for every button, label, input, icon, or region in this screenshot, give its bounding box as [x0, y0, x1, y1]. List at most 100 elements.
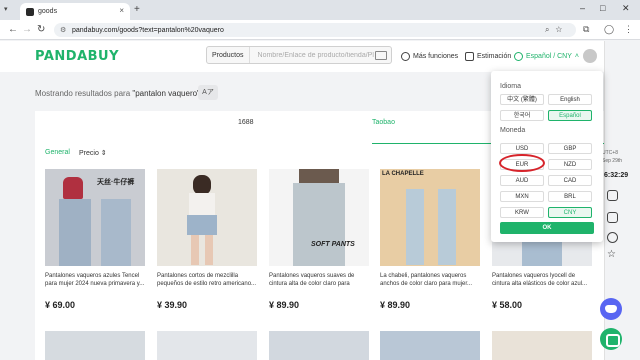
discord-icon[interactable]: [600, 298, 622, 320]
product-price: ¥ 39.90: [157, 300, 188, 310]
estimate-label: Estimación: [477, 53, 512, 60]
product-price: ¥ 89.90: [269, 300, 300, 310]
currency-option-aud[interactable]: AUD: [500, 175, 544, 186]
reload-icon[interactable]: ↻: [37, 24, 45, 35]
image-caption: SOFT PANTS: [311, 241, 355, 248]
search-bar[interactable]: Productos Nombre/Enlace de producto/tien…: [206, 46, 392, 64]
minimize-button[interactable]: –: [580, 3, 585, 13]
currency-label: Moneda: [500, 127, 526, 134]
more-functions-label: Más funciones: [413, 53, 459, 60]
calculator-icon: [465, 52, 474, 61]
site-header: PANDABUY Productos Nombre/Enlace de prod…: [0, 41, 604, 72]
product-card[interactable]: Pantalones cortos de mezclilla pequeños …: [157, 169, 257, 310]
sort-price-label: Precio: [79, 150, 99, 157]
currency-option-brl[interactable]: BRL: [548, 191, 592, 202]
image-caption: 天丝·牛仔裤: [97, 179, 135, 186]
menu-icon[interactable]: ⋮: [624, 24, 633, 35]
product-image[interactable]: [492, 331, 592, 360]
product-price: ¥ 89.90: [380, 300, 411, 310]
pandabuy-logo[interactable]: PANDABUY: [35, 49, 119, 64]
product-card[interactable]: LA CHAPELLE La chabeli, pantalones vaque…: [380, 169, 480, 310]
close-tab-icon[interactable]: ×: [119, 6, 124, 15]
product-image[interactable]: [45, 331, 145, 360]
date-label: Sep 29th: [602, 158, 623, 164]
language-currency-label: Español / CNY: [526, 53, 572, 60]
estimate-button[interactable]: Estimación: [465, 52, 511, 61]
more-icon: [401, 52, 410, 61]
address-toolbar: ← → ↻ ⚙ pandabuy.com/goods?text=pantalon…: [0, 20, 640, 40]
sort-arrows-icon: ⇕: [100, 150, 107, 157]
cart-icon[interactable]: [607, 190, 618, 201]
site-info-icon[interactable]: ⚙: [60, 26, 66, 34]
product-image[interactable]: [380, 331, 480, 360]
image-caption: LA CHAPELLE: [382, 171, 424, 177]
extensions-icon[interactable]: ⧉: [583, 24, 589, 35]
product-card[interactable]: SOFT PANTS Pantalones vaqueros suaves de…: [269, 169, 369, 310]
product-image[interactable]: [269, 331, 369, 360]
tab-taobao[interactable]: Taobao: [372, 119, 395, 126]
profile-icon[interactable]: ◯: [604, 24, 614, 35]
browser-tab[interactable]: goods ×: [20, 3, 130, 20]
product-title[interactable]: Pantalones vaqueros azules Tencel para m…: [45, 272, 145, 288]
maximize-button[interactable]: □: [600, 3, 605, 13]
product-card[interactable]: 天丝·牛仔裤 Pantalones vaqueros azules Tencel…: [45, 169, 145, 310]
language-currency-button[interactable]: Español / CNY ˄: [514, 52, 579, 61]
star-icon[interactable]: ☆: [607, 250, 618, 261]
language-label: Idioma: [500, 83, 522, 90]
product-image[interactable]: 天丝·牛仔裤: [45, 169, 145, 266]
product-title[interactable]: Pantalones cortos de mezclilla pequeños …: [157, 272, 257, 288]
tab-search-icon[interactable]: ▾: [4, 5, 8, 13]
product-title[interactable]: Pantalones vaqueros lyocell de cintura a…: [492, 272, 592, 288]
product-image[interactable]: [157, 169, 257, 266]
currency-option-nzd[interactable]: NZD: [548, 159, 592, 170]
sort-general[interactable]: General: [45, 149, 70, 156]
currency-option-krw[interactable]: KRW: [500, 207, 544, 218]
back-arrow-icon[interactable]: ←: [8, 24, 18, 35]
forward-arrow-icon[interactable]: →: [22, 24, 32, 35]
highlight-circle: [499, 154, 545, 172]
currency-option-cny[interactable]: CNY: [548, 207, 592, 218]
search-category-select[interactable]: Productos: [207, 47, 250, 63]
browser-tab-bar: ▾ goods × + – □ ✕: [0, 0, 640, 20]
close-window-button[interactable]: ✕: [622, 3, 630, 14]
search-input[interactable]: Nombre/Enlace de producto/tienda/Pl: [250, 52, 375, 59]
translate-icon[interactable]: Aア: [198, 85, 218, 100]
currency-option-usd[interactable]: USD: [500, 143, 544, 154]
image-search-icon[interactable]: [375, 50, 387, 60]
language-option[interactable]: English: [548, 94, 592, 105]
currency-option-cad[interactable]: CAD: [548, 175, 592, 186]
omnibox-actions[interactable]: ⌕☆: [545, 25, 568, 35]
product-price: ¥ 58.00: [492, 300, 523, 310]
support-icon[interactable]: [607, 232, 618, 243]
url-text: pandabuy.com/goods?text=pantalon%20vaque…: [72, 26, 224, 34]
results-query: "pantalon vaquero": [132, 89, 200, 98]
currency-option-gbp[interactable]: GBP: [548, 143, 592, 154]
timezone-label: UTC+8: [602, 150, 618, 156]
new-tab-button[interactable]: +: [134, 4, 140, 15]
results-heading: Mostrando resultados para "pantalon vaqu…: [35, 89, 200, 98]
tab-1688[interactable]: 1688: [238, 119, 254, 126]
product-title[interactable]: Pantalones vaqueros suaves de cintura al…: [269, 272, 369, 288]
currency-option-mxn[interactable]: MXN: [500, 191, 544, 202]
url-bar[interactable]: ⚙ pandabuy.com/goods?text=pantalon%20vaq…: [54, 23, 576, 37]
results-prefix: Mostrando resultados para: [35, 89, 133, 98]
more-functions-button[interactable]: Más funciones: [401, 52, 458, 61]
language-option[interactable]: 中文 (繁體): [500, 94, 544, 105]
product-image[interactable]: LA CHAPELLE: [380, 169, 480, 266]
calendar-icon[interactable]: [607, 212, 618, 223]
tab-title: goods: [38, 8, 58, 15]
language-option[interactable]: 한국어: [500, 110, 544, 121]
chevron-up-icon: ˄: [574, 53, 580, 60]
avatar[interactable]: [583, 49, 597, 63]
product-title[interactable]: La chabeli, pantalones vaqueros anchos d…: [380, 272, 480, 288]
ok-button[interactable]: OK: [500, 222, 594, 234]
sort-price[interactable]: Precio ⇕: [79, 149, 107, 157]
favicon-icon: [26, 7, 34, 16]
chat-icon[interactable]: [600, 328, 622, 350]
product-image[interactable]: [157, 331, 257, 360]
product-image[interactable]: SOFT PANTS: [269, 169, 369, 266]
product-price: ¥ 69.00: [45, 300, 76, 310]
language-option-selected[interactable]: Español: [548, 110, 592, 121]
globe-icon: [514, 52, 523, 61]
clock-time: 6:32:29: [604, 172, 629, 179]
